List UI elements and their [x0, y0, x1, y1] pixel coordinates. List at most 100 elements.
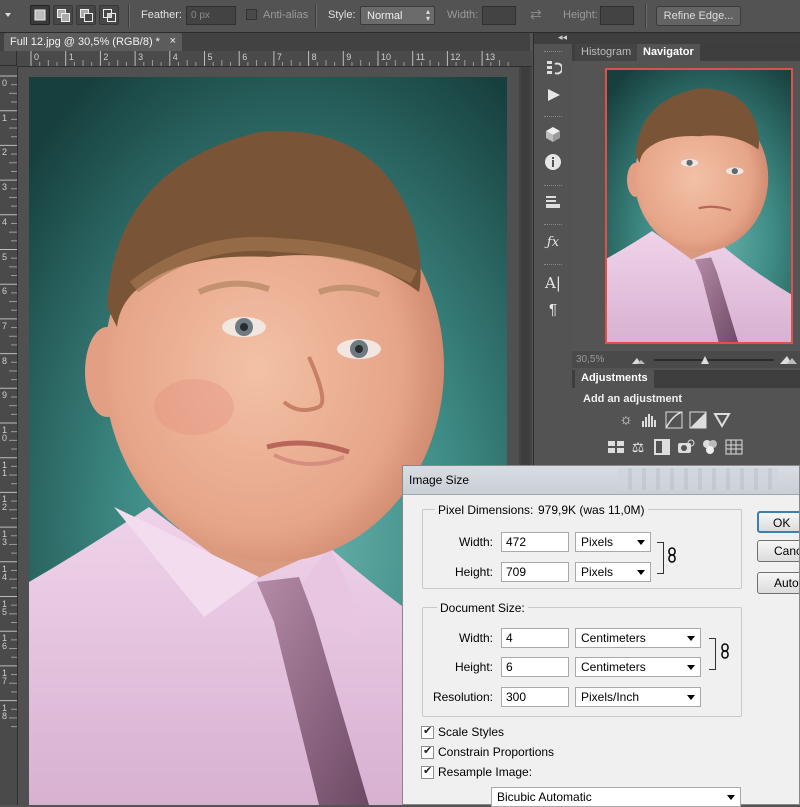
zoom-slider-track[interactable] [654, 359, 774, 361]
pixel-height-label: Height: [454, 565, 493, 579]
tab-histogram[interactable]: Histogram [575, 44, 638, 61]
scale-styles-label: Scale Styles [438, 725, 505, 739]
ruler-number: 0 [2, 78, 8, 88]
pixel-width-input[interactable]: 472 [501, 532, 569, 552]
pixel-dimensions-label: Pixel Dimensions: [435, 503, 537, 517]
pixel-width-unit-select[interactable]: Pixels [575, 532, 651, 552]
color-lookup-icon[interactable] [725, 438, 743, 456]
up-down-arrows-icon: ▴ ▾ [425, 7, 430, 23]
channel-mixer-icon[interactable] [701, 438, 719, 456]
chain-link-icon [721, 643, 729, 659]
resolution-input[interactable]: 300 [501, 687, 569, 707]
3d-cube-icon[interactable] [543, 125, 563, 145]
doc-height-input[interactable]: 6 [501, 657, 569, 677]
navigator-thumbnail[interactable] [605, 68, 793, 344]
ruler-number: 1 0 [2, 425, 8, 443]
hue-saturation-icon[interactable] [607, 438, 625, 456]
resolution-label: Resolution: [432, 690, 493, 704]
scale-styles-checkbox[interactable] [421, 724, 434, 739]
document-size-label: Document Size: [437, 601, 528, 615]
color-balance-icon[interactable]: ⚖ [629, 438, 647, 456]
chevron-down-icon [687, 636, 695, 641]
zoom-slider-thumb[interactable] [700, 355, 710, 365]
tab-navigator[interactable]: Navigator [637, 44, 700, 61]
zoom-in-mountain-icon[interactable] [780, 353, 798, 365]
pixel-height-unit: Pixels [581, 565, 614, 579]
tool-preset-picker[interactable] [4, 10, 14, 22]
chevron-down-icon [727, 795, 735, 800]
document-tab[interactable]: Full 12.jpg @ 30,5% (RGB/8) * × [4, 33, 182, 51]
exposure-icon[interactable] [689, 411, 707, 429]
ruler-number: 9 [2, 390, 8, 401]
resample-image-checkbox[interactable] [421, 764, 434, 779]
height-label: Height: [563, 9, 598, 21]
navigator-view-box[interactable] [605, 68, 793, 344]
curves-icon[interactable] [665, 411, 683, 429]
new-selection-icon [34, 9, 46, 21]
navigator-zoom-value[interactable]: 30,5% [576, 354, 604, 365]
levels-icon[interactable] [641, 411, 659, 429]
play-actions-icon[interactable] [543, 86, 563, 106]
resolution-unit: Pixels/Inch [581, 690, 640, 704]
style-value: Normal [367, 10, 403, 22]
layer-style-fx-icon[interactable]: ƒx [543, 233, 563, 253]
ruler-number: 1 5 [2, 598, 8, 617]
ruler-number: 1 3 [2, 529, 8, 548]
pixel-height-input[interactable]: 709 [501, 562, 569, 582]
info-icon[interactable] [543, 153, 563, 173]
doc-height-label: Height: [454, 660, 493, 674]
feather-input[interactable]: 0 px [186, 6, 236, 25]
resample-method-select[interactable]: Bicubic Automatic [491, 787, 741, 807]
doc-height-unit-select[interactable]: Centimeters [575, 657, 701, 677]
style-select[interactable]: Normal ▴ ▾ [360, 6, 435, 25]
ruler-number: 1 2 [2, 494, 8, 513]
vibrance-icon[interactable] [713, 411, 731, 429]
resample-image-label: Resample Image: [438, 765, 533, 779]
intersect-selection-button[interactable] [99, 5, 119, 25]
zoom-out-mountain-icon[interactable] [632, 355, 646, 365]
tab-adjustments[interactable]: Adjustments [575, 370, 654, 388]
dialog-title-bar[interactable]: Image Size [403, 466, 799, 495]
doc-width-unit-select[interactable]: Centimeters [575, 628, 701, 648]
ruler-number: 8 [311, 52, 317, 62]
doc-width-input[interactable]: 4 [501, 628, 569, 648]
paragraph-icon[interactable]: ¶ [543, 300, 563, 320]
pixel-height-unit-select[interactable]: Pixels [575, 562, 651, 582]
close-icon[interactable]: × [170, 35, 176, 47]
width-input[interactable] [482, 6, 516, 25]
ruler-number: 6 [242, 52, 248, 62]
clone-source-icon[interactable] [543, 193, 563, 213]
subtract-selection-icon [80, 9, 93, 22]
ruler-number: 12 [450, 52, 461, 62]
character-icon[interactable]: A| [543, 273, 563, 293]
ruler-number: 4 [172, 52, 178, 62]
title-bar-blur [618, 468, 778, 490]
ruler-number: 4 [2, 216, 8, 227]
horizontal-ruler: 0 1 2 3 4 5 6 7 8 9 10 11 12 13 [0, 51, 532, 67]
collapse-icon[interactable]: ◂◂ [558, 32, 567, 43]
pixel-width-unit: Pixels [581, 535, 614, 549]
dialog-button-column: OK Cancel Auto... [755, 506, 799, 641]
ruler-origin[interactable] [0, 51, 17, 66]
black-white-icon[interactable] [653, 438, 671, 456]
anti-alias-checkbox[interactable] [246, 9, 257, 20]
subtract-from-selection-button[interactable] [76, 5, 96, 25]
swap-arrows-icon[interactable]: ⇄ [530, 6, 542, 23]
new-selection-button[interactable] [30, 5, 50, 25]
ok-button[interactable]: OK [757, 511, 799, 533]
auto-button[interactable]: Auto... [757, 572, 799, 594]
history-icon[interactable] [543, 58, 564, 78]
ruler-number: 5 [2, 251, 8, 262]
cancel-button[interactable]: Cancel [757, 540, 799, 562]
resolution-unit-select[interactable]: Pixels/Inch [575, 687, 701, 707]
photo-filter-icon[interactable] [677, 438, 695, 456]
constrain-proportions-label: Constrain Proportions [438, 745, 555, 759]
height-input[interactable] [600, 6, 634, 25]
ruler-number: 1 6 [2, 633, 8, 652]
brightness-contrast-icon[interactable]: ☼ [617, 411, 635, 429]
doc-width-unit: Centimeters [581, 631, 646, 645]
ruler-number: 1 4 [2, 563, 8, 582]
refine-edge-button[interactable]: Refine Edge... [656, 6, 741, 26]
add-to-selection-button[interactable] [53, 5, 73, 25]
constrain-proportions-checkbox[interactable] [421, 744, 434, 759]
